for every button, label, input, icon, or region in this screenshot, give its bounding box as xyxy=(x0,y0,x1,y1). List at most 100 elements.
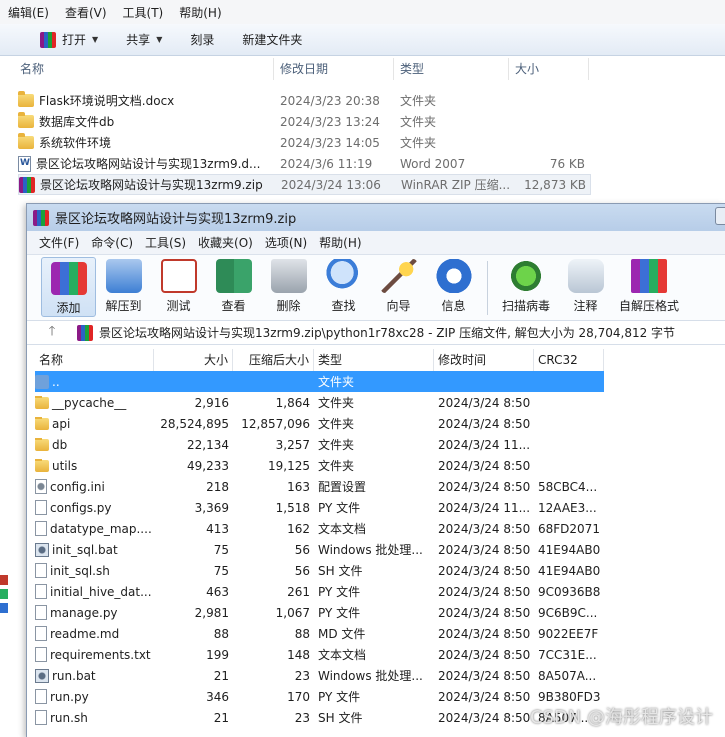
explorer-menubar: 编辑(E) 查看(V) 工具(T) 帮助(H) xyxy=(0,0,725,24)
table-row[interactable]: utils 49,233 19,125 文件夹 2024/3/24 8:50 xyxy=(35,455,725,476)
chevron-down-icon: ▼ xyxy=(92,35,99,44)
comment-button[interactable]: 注释 xyxy=(558,255,613,314)
watermark: CSDN @海彤程序设计 xyxy=(529,707,713,728)
column-type[interactable]: 类型 xyxy=(314,349,434,371)
folder-icon xyxy=(18,133,34,149)
toolbar-divider xyxy=(487,261,488,315)
extract-folder-icon xyxy=(105,259,142,293)
table-row[interactable]: initial_hive_dat... 463 261 PY 文件 2024/3/2… xyxy=(35,581,725,602)
file-icon xyxy=(35,647,47,662)
add-button[interactable]: 添加 xyxy=(41,257,96,317)
winrar-archive-icon xyxy=(19,176,35,193)
minimize-button[interactable] xyxy=(715,207,725,225)
menu-tools[interactable]: 工具(T) xyxy=(115,4,172,21)
folder-icon xyxy=(18,112,34,128)
list-item[interactable]: Flask环境说明文档.docx 2024/3/23 20:38 文件夹 xyxy=(18,90,591,111)
up-arrow-icon[interactable]: 🡑 xyxy=(27,322,77,344)
share-button[interactable]: 共享 ▼ xyxy=(112,31,176,48)
list-item[interactable]: 系统软件环境 2024/3/23 14:05 文件夹 xyxy=(18,132,591,153)
winrar-titlebar[interactable]: 景区论坛攻略网站设计与实现13zrm9.zip xyxy=(27,204,725,231)
list-item[interactable]: 景区论坛攻略网站设计与实现13zrm9.d... 2024/3/6 11:19 … xyxy=(18,153,591,174)
info-icon xyxy=(435,259,472,293)
menu-view[interactable]: 查看(V) xyxy=(57,4,115,21)
find-button[interactable]: 查找 xyxy=(316,255,371,314)
table-row[interactable]: run.bat 21 23 Windows 批处理... 2024/3/24 8:5… xyxy=(35,665,725,686)
file-icon xyxy=(35,626,47,641)
column-size[interactable]: 大小 xyxy=(509,58,589,80)
menu-options[interactable]: 选项(N) xyxy=(259,234,313,251)
column-packed-size[interactable]: 压缩后大小 xyxy=(233,349,314,371)
file-icon xyxy=(35,605,47,620)
column-size[interactable]: 大小 xyxy=(154,349,233,371)
file-icon xyxy=(35,500,47,515)
magnifier-icon xyxy=(325,259,362,293)
table-row[interactable]: config.ini 218 163 配置设置 2024/3/24 8:50 58CB… xyxy=(35,476,725,497)
menu-help[interactable]: 帮助(H) xyxy=(313,234,367,251)
menu-edit[interactable]: 编辑(E) xyxy=(0,4,57,21)
table-row[interactable]: datatype_map.... 413 162 文本文档 2024/3/24 8:… xyxy=(35,518,725,539)
file-icon xyxy=(35,584,47,599)
winrar-toolbar: 添加 解压到 测试 查看 删除 查找 向导 信息 扫描病毒 注释 自解压格式 xyxy=(27,255,725,321)
books-add-icon xyxy=(50,262,87,295)
menu-help[interactable]: 帮助(H) xyxy=(171,4,229,21)
trash-icon xyxy=(270,259,307,293)
menu-tools[interactable]: 工具(S) xyxy=(139,234,192,251)
table-row-selected[interactable]: .. 文件夹 xyxy=(35,371,604,392)
open-button[interactable]: 打开 ▼ xyxy=(26,31,112,48)
winrar-window: 景区论坛攻略网站设计与实现13zrm9.zip 文件(F) 命令(C) 工具(S… xyxy=(26,203,725,737)
column-modified[interactable]: 修改时间 xyxy=(434,349,534,371)
checklist-icon xyxy=(160,259,197,293)
app-icon-fragment xyxy=(0,575,8,585)
table-row[interactable]: manage.py 2,981 1,067 PY 文件 2024/3/24 8:50… xyxy=(35,602,725,623)
delete-button[interactable]: 删除 xyxy=(261,255,316,314)
path-field[interactable]: 景区论坛攻略网站设计与实现13zrm9.zip\python1r78xc28 -… xyxy=(77,324,725,341)
winrar-icon xyxy=(33,209,49,226)
wizard-button[interactable]: 向导 xyxy=(371,255,426,314)
background-window-edge xyxy=(0,575,24,625)
table-row[interactable]: api 28,524,895 12,857,096 文件夹 2024/3/24 8:… xyxy=(35,413,725,434)
table-row[interactable]: readme.md 88 88 MD 文件 2024/3/24 8:50 9022EE… xyxy=(35,623,725,644)
window-title: 景区论坛攻略网站设计与实现13zrm9.zip xyxy=(55,212,297,227)
comment-icon xyxy=(567,259,604,293)
menu-commands[interactable]: 命令(C) xyxy=(85,234,139,251)
menu-file[interactable]: 文件(F) xyxy=(33,234,85,251)
table-row[interactable]: init_sql.bat 75 56 Windows 批处理... 2024/3/2… xyxy=(35,539,725,560)
batch-file-icon xyxy=(35,542,49,557)
new-folder-button[interactable]: 新建文件夹 xyxy=(228,31,316,48)
parent-folder-icon xyxy=(35,374,49,389)
extract-to-button[interactable]: 解压到 xyxy=(96,255,151,314)
file-icon xyxy=(35,521,47,536)
folder-icon xyxy=(35,458,49,472)
explorer-toolbar: 打开 ▼ 共享 ▼ 刻录 新建文件夹 xyxy=(0,24,725,56)
app-icon-fragment xyxy=(0,603,8,613)
winrar-icon xyxy=(40,31,56,48)
column-date[interactable]: 修改日期 xyxy=(274,58,394,80)
file-icon xyxy=(35,710,47,725)
column-crc32[interactable]: CRC32 xyxy=(534,349,604,371)
table-row[interactable]: requirements.txt 199 148 文本文档 2024/3/24 8:… xyxy=(35,644,725,665)
open-book-icon xyxy=(215,259,252,293)
list-item[interactable]: 数据库文件db 2024/3/23 13:24 文件夹 xyxy=(18,111,591,132)
list-item-selected[interactable]: 景区论坛攻略网站设计与实现13zrm9.zip 2024/3/24 13:06 … xyxy=(18,174,591,195)
column-name[interactable]: 名称 xyxy=(0,58,274,80)
zip-archive-icon xyxy=(77,324,93,341)
column-type[interactable]: 类型 xyxy=(394,58,509,80)
sfx-box-icon xyxy=(631,259,667,293)
table-row[interactable]: init_sql.sh 75 56 SH 文件 2024/3/24 8:50 41E9… xyxy=(35,560,725,581)
info-button[interactable]: 信息 xyxy=(426,255,481,314)
view-button[interactable]: 查看 xyxy=(206,255,261,314)
file-icon xyxy=(35,563,47,578)
sfx-button[interactable]: 自解压格式 xyxy=(613,255,685,314)
burn-button[interactable]: 刻录 xyxy=(176,31,228,48)
table-row[interactable]: db 22,134 3,257 文件夹 2024/3/24 11... xyxy=(35,434,725,455)
test-button[interactable]: 测试 xyxy=(151,255,206,314)
explorer-column-headers: 名称 修改日期 类型 大小 xyxy=(0,58,725,80)
table-row[interactable]: configs.py 3,369 1,518 PY 文件 2024/3/24 11.… xyxy=(35,497,725,518)
archive-file-list: .. 文件夹 __pycache__ 2,916 1,864 文件夹 2024/3/… xyxy=(35,371,725,728)
menu-favorites[interactable]: 收藏夹(O) xyxy=(192,234,259,251)
word-document-icon xyxy=(18,155,31,172)
table-row[interactable]: __pycache__ 2,916 1,864 文件夹 2024/3/24 8:50 xyxy=(35,392,725,413)
path-bar: 🡑 景区论坛攻略网站设计与实现13zrm9.zip\python1r78xc28… xyxy=(27,321,725,345)
column-name[interactable]: 名称 xyxy=(35,349,154,371)
scan-virus-button[interactable]: 扫描病毒 xyxy=(494,255,558,314)
